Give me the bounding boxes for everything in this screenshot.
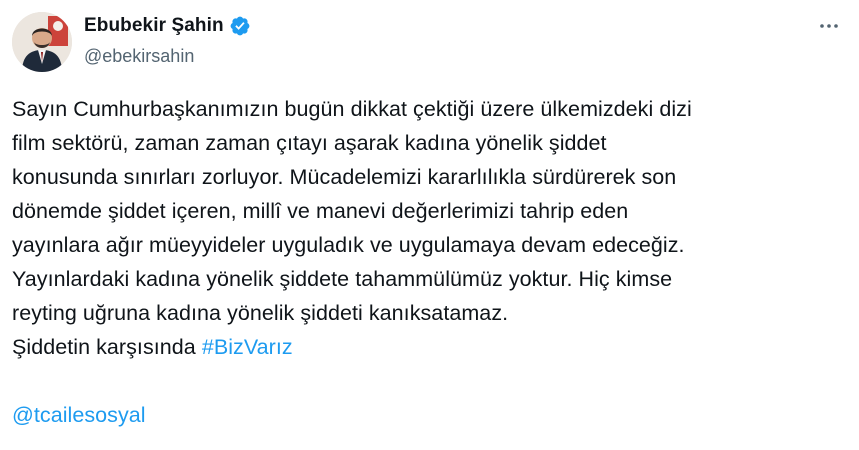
mention-link[interactable]: @tcailesosyal xyxy=(12,403,146,427)
name-row: Ebubekir Şahin xyxy=(84,14,251,38)
profile-photo xyxy=(12,12,72,72)
tweet-line: yayınlara ağır müeyyideler uyguladık ve … xyxy=(12,233,685,257)
more-options-icon[interactable] xyxy=(817,14,841,38)
tweet-text: Sayın Cumhurbaşkanımızın bugün dikkat çe… xyxy=(12,92,842,432)
display-name[interactable]: Ebubekir Şahin xyxy=(84,15,224,37)
tweet-line: konusunda sınırları zorluyor. Mücadelemi… xyxy=(12,165,677,189)
tweet: Ebubekir Şahin @ebekirsahin Sayın Cumhur… xyxy=(0,0,859,450)
avatar[interactable] xyxy=(12,12,72,72)
hashtag-link[interactable]: #BizVarız xyxy=(202,335,293,359)
verified-badge-icon xyxy=(229,15,251,37)
author-info: Ebubekir Şahin @ebekirsahin xyxy=(84,14,251,67)
tweet-line: Sayın Cumhurbaşkanımızın bugün dikkat çe… xyxy=(12,97,692,121)
handle[interactable]: @ebekirsahin xyxy=(84,46,251,67)
tweet-line-last: Şiddetin karşısında #BizVarız xyxy=(12,330,842,364)
tweet-line: Yayınlardaki kadına yönelik şiddete taha… xyxy=(12,267,673,291)
tweet-line: dönemde şiddet içeren, millî ve manevi d… xyxy=(12,199,629,223)
tweet-line-text: Şiddetin karşısında xyxy=(12,335,202,359)
tweet-line: reyting uğruna kadına yönelik şiddeti ka… xyxy=(12,301,509,325)
mention-line: @tcailesosyal xyxy=(12,398,842,432)
tweet-line: film sektörü, zaman zaman çıtayı aşarak … xyxy=(12,131,607,155)
